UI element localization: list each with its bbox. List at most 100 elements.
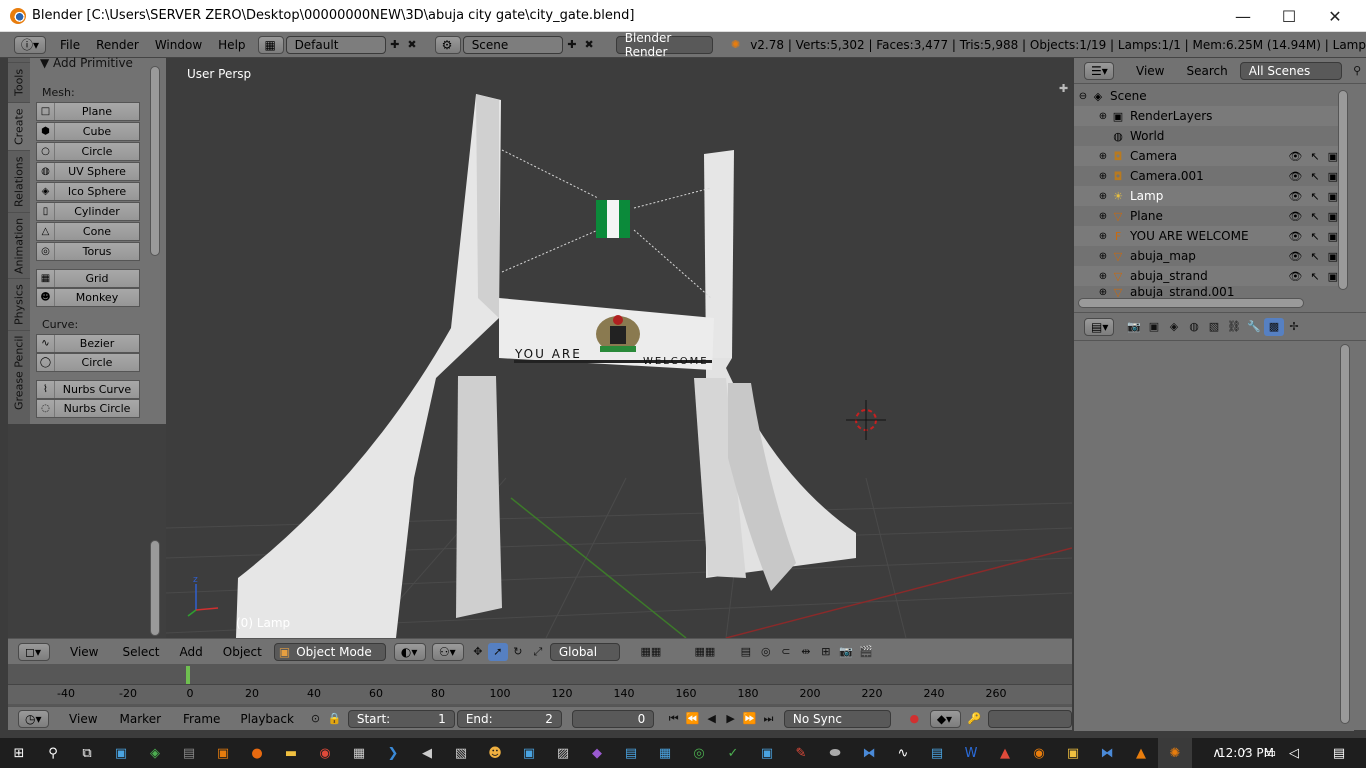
expand-icon[interactable]: ⊕ [1096,271,1110,282]
select-cursor-icon[interactable]: ↖ [1310,230,1319,243]
app-icon[interactable]: ▣ [1056,738,1090,768]
keying-set-icon[interactable]: ◆▾ [929,709,961,728]
outliner-row-abuja-map[interactable]: ⊕ ▽ abuja_map 👁 ↖ ▣ [1074,246,1342,266]
add-plane-button[interactable]: □ Plane [36,102,140,121]
expand-icon[interactable]: ⊕ [1096,151,1110,162]
jump-end-icon[interactable]: ⏭ [759,710,778,728]
app-icon[interactable]: ▦ [648,738,682,768]
app-icon[interactable]: ✎ [784,738,818,768]
add-uv-sphere-button[interactable]: ◍ UV Sphere [36,162,140,181]
render-camera-icon[interactable]: ▣ [1328,150,1338,163]
app-icon[interactable]: ◀ [410,738,444,768]
end-frame-field[interactable]: End: 2 [456,709,562,728]
renderlayers-context-icon[interactable]: ▣ [1144,318,1164,336]
row-visibility-controls[interactable]: 👁 ↖ ▣ [1288,270,1338,283]
firefox-icon[interactable]: ● [240,738,274,768]
app-icon[interactable]: ▣ [104,738,138,768]
render-context-icon[interactable]: 📷 [1124,318,1144,336]
blender-taskbar-icon[interactable]: ✺ [1158,738,1192,768]
opengl-anim-render-icon[interactable]: 🎬 [856,643,876,661]
row-visibility-controls[interactable]: 👁 ↖ ▣ [1288,170,1338,183]
close-button[interactable]: ✕ [1312,0,1358,32]
proportional-edit-icon[interactable]: ◎ [756,643,776,661]
search-icon[interactable]: ⚲ [36,738,70,768]
outliner-row-plane[interactable]: ⊕ ▽ Plane 👁 ↖ ▣ [1074,206,1342,226]
outliner-search-icon[interactable]: ⚲ [1348,62,1366,80]
opengl-render-icon[interactable]: 📷 [836,643,856,661]
menu-frame[interactable]: Frame [175,712,228,726]
vlc-icon[interactable]: ▲ [1124,738,1158,768]
outliner-row-lamp[interactable]: ⊕ ☀ Lamp 👁 ↖ ▣ [1074,186,1342,206]
file-explorer-icon[interactable]: ▬ [274,738,308,768]
render-engine-dropdown[interactable]: Blender Render [615,31,713,59]
add-grid-button[interactable]: ▦ Grid [36,269,140,288]
outliner-horizontal-scrollbar[interactable] [1078,298,1304,308]
editor-type-3dview-button[interactable]: ◻▾ [18,642,50,661]
app-icon[interactable]: ◉ [1022,738,1056,768]
expand-icon[interactable]: ⊕ [1096,251,1110,262]
texture-context-icon[interactable]: ▩ [1264,317,1284,336]
select-cursor-icon[interactable]: ↖ [1310,210,1319,223]
remove-scene-icon[interactable]: ✖ [581,36,598,54]
auto-key-icon[interactable]: 🔑 [965,710,984,728]
timeline-ruler[interactable]: -40 -20 0 20 40 60 80 100 120 140 160 180 200 220 240 2… [8,684,1072,704]
pdf-icon[interactable]: ▲ [988,738,1022,768]
scene-selector-icon[interactable]: ⚙ [434,35,461,54]
volume-icon[interactable]: ◁ [1282,738,1306,768]
expand-icon[interactable]: ⊕ [1096,231,1110,242]
jump-start-icon[interactable]: ⏮ [664,710,683,728]
eye-icon[interactable]: 👁 [1288,230,1302,243]
collapse-icon[interactable]: ⊖ [1076,91,1090,102]
windows-start-icon[interactable]: ⊞ [2,738,36,768]
app-icon[interactable]: ∿ [886,738,920,768]
app-icon[interactable]: ▣ [206,738,240,768]
editor-type-outliner-button[interactable]: ☰▾ [1084,61,1114,80]
sync-mode-dropdown[interactable]: No Sync [783,709,891,728]
row-visibility-controls[interactable]: 👁 ↖ ▣ [1288,150,1338,163]
snap-target-icon[interactable]: ⊞ [816,643,836,661]
lock-time-icon[interactable]: 🔒 [325,710,344,728]
add-curve-circle-button[interactable]: ◯ Circle [36,353,140,372]
menu-window[interactable]: Window [147,38,210,52]
whatsapp-icon[interactable]: ◎ [682,738,716,768]
jump-keyframe-back-icon[interactable]: ⏪ [683,710,702,728]
menu-view[interactable]: View [62,645,106,659]
outliner-row-scene[interactable]: ⊖ ◈ Scene [1074,86,1342,106]
add-primitive-panel-title[interactable]: ▼ Add Primitive [40,56,133,70]
row-visibility-controls[interactable]: 👁 ↖ ▣ [1288,210,1338,223]
editor-type-info-button[interactable]: ⓘ▾ [14,35,46,54]
outliner-row-abuja-strand[interactable]: ⊕ ▽ abuja_strand 👁 ↖ ▣ [1074,266,1342,286]
outliner-row-abuja-strand-001[interactable]: ⊕ ▽ abuja_strand.001 [1074,286,1342,298]
object-mode-dropdown[interactable]: ▣ Object Mode [273,642,386,661]
python-icon[interactable]: ⧓ [852,738,886,768]
play-reverse-icon[interactable]: ◀ [702,710,721,728]
outliner-row-you-are-welcome[interactable]: ⊕ F YOU ARE WELCOME 👁 ↖ ▣ [1074,226,1342,246]
tab-physics[interactable]: Physics [8,278,30,330]
expand-icon[interactable]: ⊕ [1096,171,1110,182]
expand-icon[interactable]: ⊕ [1096,287,1110,298]
maximize-button[interactable]: ☐ [1266,0,1312,32]
particles-context-icon[interactable]: ✢ [1284,318,1304,336]
menu-help[interactable]: Help [210,38,253,52]
render-camera-icon[interactable]: ▣ [1328,190,1338,203]
object-context-icon[interactable]: ▧ [1204,318,1224,336]
vscode-icon[interactable]: ❯ [376,738,410,768]
outliner-row-camera[interactable]: ⊕ ◘ Camera 👁 ↖ ▣ [1074,146,1342,166]
add-torus-button[interactable]: ◎ Torus [36,242,140,261]
outliner-row-renderlayers[interactable]: ⊕ ▣ RenderLayers [1074,106,1342,126]
add-monkey-button[interactable]: ☻ Monkey [36,288,140,307]
operator-panel-scrollbar[interactable] [150,540,160,636]
record-icon[interactable]: ● [905,710,924,728]
python-icon[interactable]: ⧓ [1090,738,1124,768]
notification-icon[interactable]: ▤ [1322,738,1356,768]
render-camera-icon[interactable]: ▣ [1328,210,1338,223]
select-cursor-icon[interactable]: ↖ [1310,190,1319,203]
viewport-corner-widget-icon[interactable]: ✚ [1059,82,1068,95]
add-cube-button[interactable]: ⬢ Cube [36,122,140,141]
layer-lock-icon[interactable]: ▤ [736,643,756,661]
menu-marker[interactable]: Marker [112,712,169,726]
add-bezier-button[interactable]: ∿ Bezier [36,334,140,353]
scene-field[interactable]: Scene [462,35,564,54]
menu-playback[interactable]: Playback [232,712,302,726]
app-icon[interactable]: ▦ [342,738,376,768]
